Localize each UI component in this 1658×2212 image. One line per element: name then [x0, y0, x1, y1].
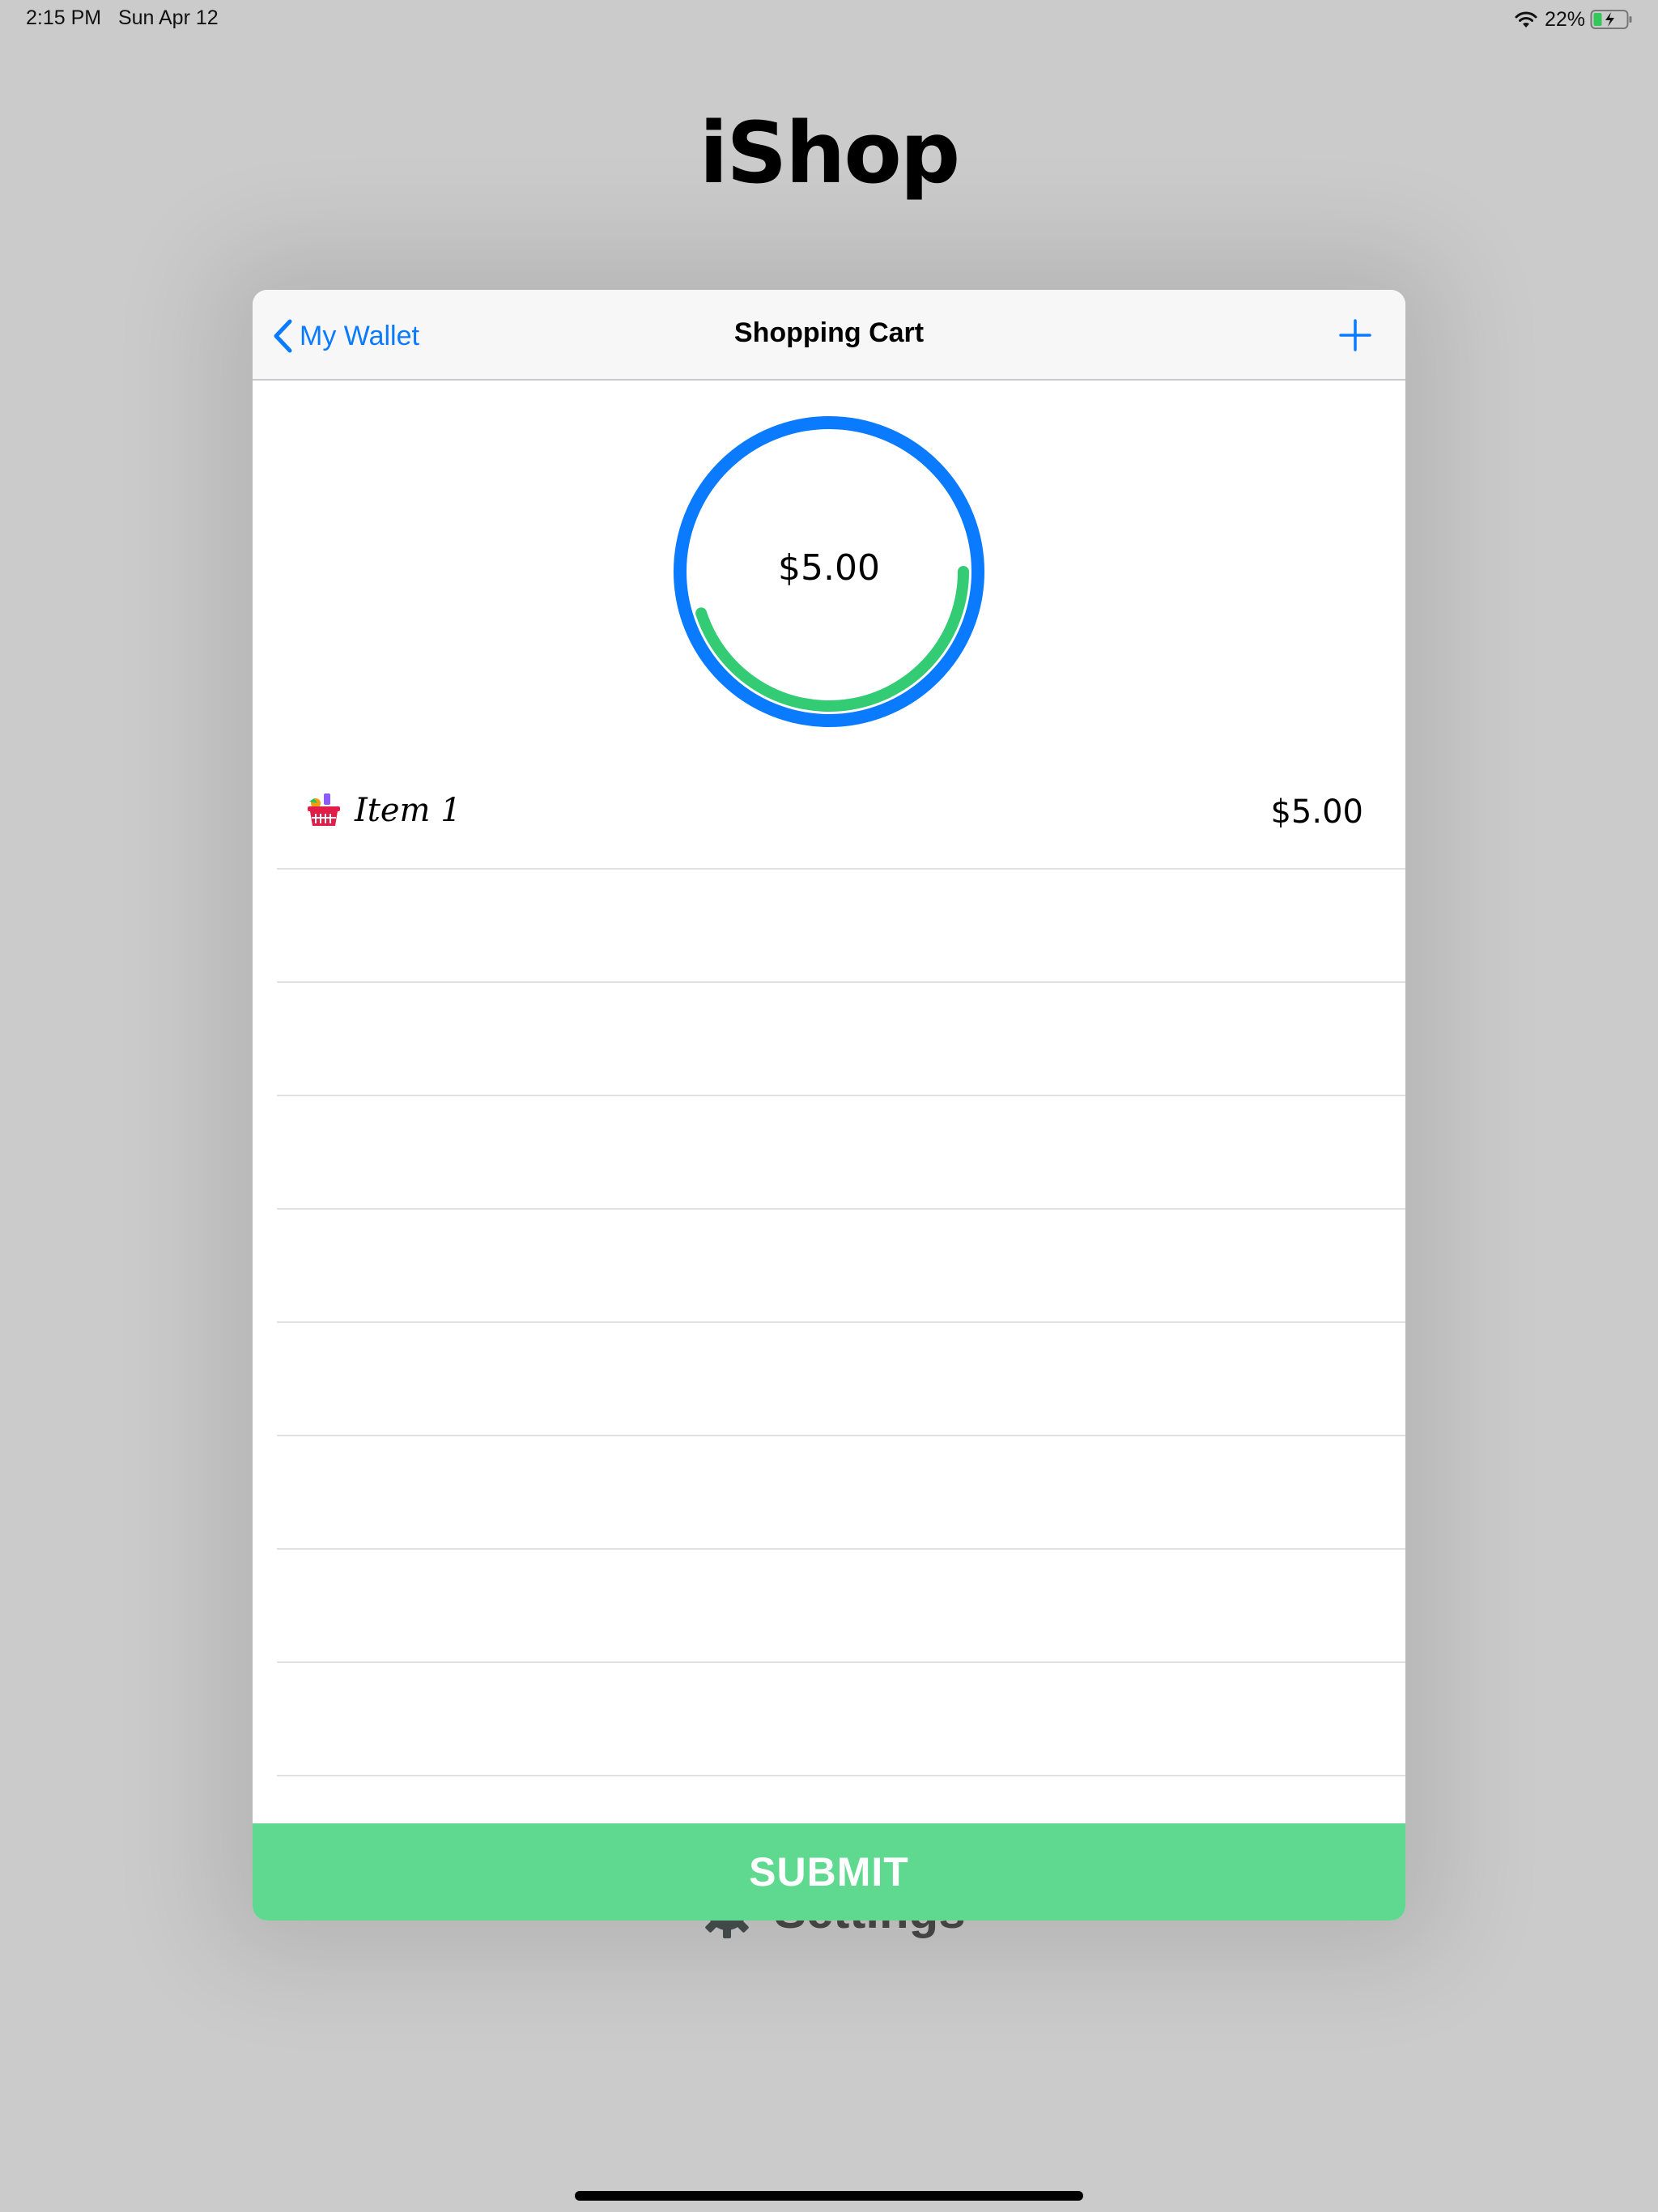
gauge-value: $5.00 — [778, 547, 880, 589]
list-row-empty — [277, 1096, 1405, 1210]
status-indicators: 22% — [1514, 6, 1634, 33]
wifi-icon — [1515, 11, 1537, 28]
app-title: iShop — [699, 104, 960, 202]
shopping-cart-modal: My Wallet Shopping Cart $5.00 Item 1 $5.… — [253, 290, 1405, 1921]
status-bar: 2:15 PM Sun Apr 12 22% — [0, 0, 1658, 37]
cart-item-row[interactable]: Item 1 $5.00 — [277, 753, 1405, 870]
home-indicator — [575, 2191, 1083, 2201]
shopping-basket-icon — [308, 793, 340, 826]
list-row-empty — [277, 1210, 1405, 1323]
status-time: 2:15 PM Sun Apr 12 — [26, 6, 219, 29]
list-row-empty — [277, 1323, 1405, 1436]
nav-title: Shopping Cart — [733, 317, 925, 348]
list-row-empty — [277, 1436, 1405, 1550]
list-row-empty — [277, 1550, 1405, 1663]
list-row-empty — [277, 1663, 1405, 1776]
item-name: Item 1 — [355, 792, 461, 829]
item-price: $5.00 — [1270, 793, 1363, 831]
budget-gauge: $5.00 — [667, 410, 991, 734]
list-row-empty — [277, 870, 1405, 983]
battery-charging-icon — [1590, 10, 1632, 29]
submit-button[interactable]: SUBMIT — [253, 1823, 1405, 1921]
navigation-bar: My Wallet Shopping Cart — [253, 290, 1405, 381]
add-icon[interactable] — [1337, 317, 1373, 353]
battery-percent: 22% — [1544, 7, 1585, 31]
list-row-empty — [277, 983, 1405, 1096]
